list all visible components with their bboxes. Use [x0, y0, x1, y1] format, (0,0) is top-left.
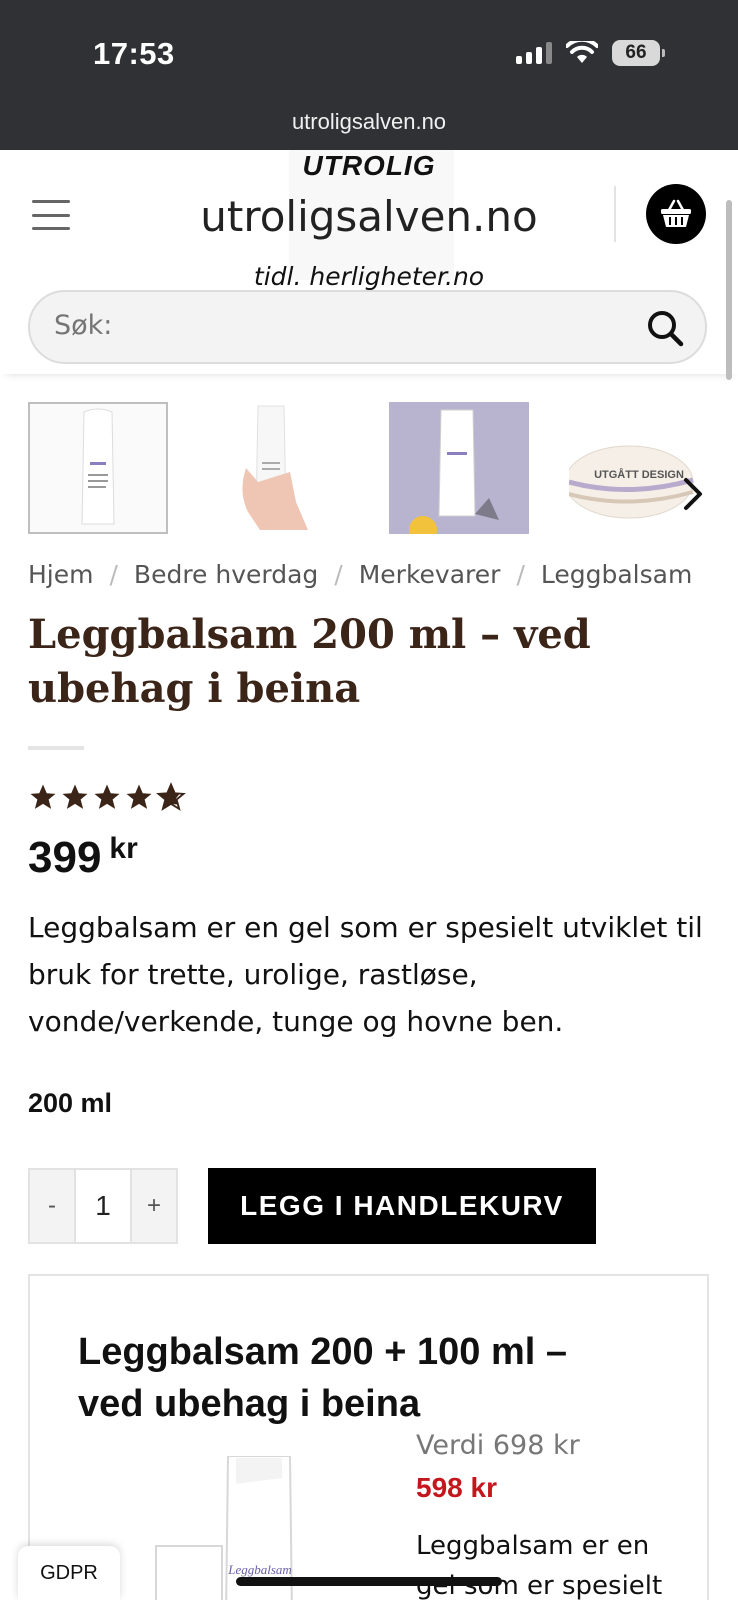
quantity-increase-button[interactable]: +	[132, 1170, 176, 1242]
jar-label: UTGÅTT DESIGN	[594, 468, 684, 481]
half-star-icon	[156, 782, 186, 811]
star-icon	[30, 784, 56, 809]
breadcrumb-item-hjem[interactable]: Hjem	[28, 560, 93, 589]
bundle-title[interactable]: Leggbalsam 200 + 100 ml – ved ubehag i b…	[78, 1326, 638, 1430]
price-currency: kr	[109, 832, 138, 865]
gallery-next-arrow-icon[interactable]	[678, 474, 708, 514]
bundle-original-value: Verdi 698 kr	[416, 1430, 580, 1461]
gdpr-button[interactable]: GDPR	[18, 1546, 120, 1600]
star-icon	[126, 784, 152, 809]
tagline: tidl. herligheter.no	[253, 262, 485, 291]
site-name[interactable]: utroligsalven.no	[0, 192, 738, 241]
battery-icon: 66	[612, 40, 665, 66]
home-indicator[interactable]	[236, 1577, 502, 1586]
star-icon	[62, 784, 88, 809]
hand-holding-bottle-image	[198, 402, 338, 534]
wifi-icon	[566, 41, 598, 63]
status-bar: 17:53 66 utroligsalven.no	[0, 0, 738, 150]
search-input[interactable]	[54, 310, 614, 341]
leggbalsam-bottle-image	[30, 404, 166, 532]
breadcrumb-item-merkevarer[interactable]: Merkevarer	[359, 560, 501, 589]
quantity-stepper: - 1 +	[28, 1168, 178, 1244]
price-amount: 399	[28, 833, 102, 882]
bundle-description: Leggbalsam er en gel som er spesielt	[416, 1531, 663, 1600]
add-to-cart-button[interactable]: LEGG I HANDLEKURV	[208, 1168, 596, 1244]
site-header: UTROLIG utroligsalven.no tidl. herlighet…	[0, 150, 738, 374]
product-title: Leggbalsam 200 ml – ved ubehag i beina	[28, 611, 591, 712]
site-logo[interactable]: UTROLIG	[0, 150, 738, 182]
search-bar[interactable]	[28, 290, 707, 364]
product-thumbnail[interactable]	[389, 402, 529, 534]
address-bar[interactable]: utroligsalven.no	[0, 109, 738, 135]
page-scrollbar[interactable]	[726, 200, 732, 380]
bundle-offer-card[interactable]: Leggbalsam 200 + 100 ml – ved ubehag i b…	[28, 1274, 709, 1600]
bundle-image-label: Leggbalsam	[227, 1562, 292, 1577]
title-divider	[28, 746, 84, 750]
quantity-input[interactable]: 1	[74, 1170, 132, 1242]
breadcrumb-separator: /	[334, 560, 343, 589]
product-thumbnail[interactable]	[28, 402, 168, 534]
product-size: 200 ml	[28, 1088, 113, 1118]
breadcrumb-separator: /	[109, 560, 118, 589]
breadcrumb-item-bedre-hverdag[interactable]: Bedre hverdag	[134, 560, 318, 589]
product-description: Leggbalsam er en gel som er spesielt utv…	[28, 911, 703, 1038]
jar-image: UTGÅTT DESIGN	[569, 402, 709, 534]
breadcrumb-separator: /	[516, 560, 525, 589]
product-price: 399 kr	[28, 832, 138, 883]
breadcrumb: Hjem / Bedre hverdag / Merkevarer / Legg…	[28, 560, 692, 589]
star-icon	[94, 784, 120, 809]
product-thumbnail[interactable]: UTGÅTT DESIGN	[569, 402, 709, 534]
header-divider	[614, 186, 616, 242]
cart-button[interactable]	[646, 184, 706, 244]
quantity-decrease-button[interactable]: -	[30, 1170, 74, 1242]
search-icon[interactable]	[645, 308, 685, 348]
breadcrumb-item-leggbalsam[interactable]: Leggbalsam	[541, 560, 692, 589]
bottle-lavender-image	[389, 402, 529, 534]
cellular-signal-icon	[516, 42, 552, 64]
product-thumbnail[interactable]	[198, 402, 338, 534]
clock: 17:53	[93, 36, 175, 71]
status-icons: 66	[516, 40, 665, 66]
basket-icon	[661, 199, 691, 227]
product-rating[interactable]	[28, 782, 186, 812]
bundle-sale-price: 598 kr	[416, 1472, 497, 1503]
